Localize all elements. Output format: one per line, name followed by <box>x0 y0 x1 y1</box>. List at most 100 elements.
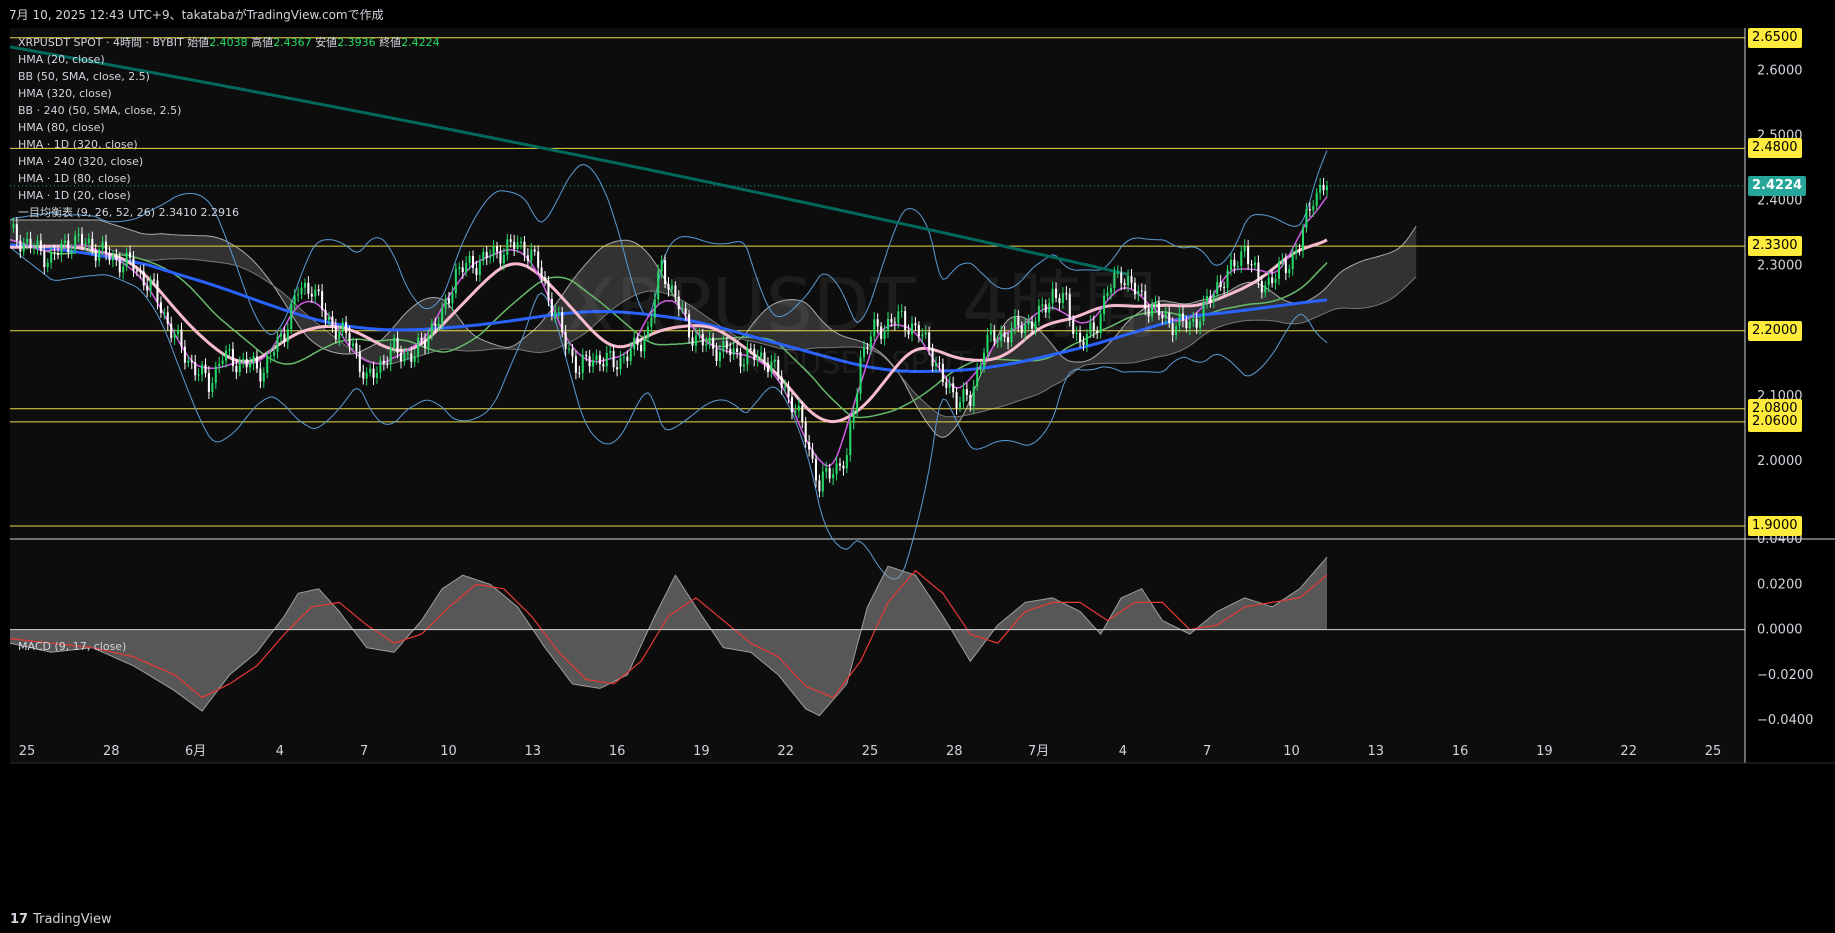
candle-body <box>667 284 670 290</box>
candle-body <box>808 441 811 450</box>
candle-body <box>348 332 351 346</box>
candle-body <box>797 405 800 411</box>
legend-low-label: 安値 <box>315 36 338 49</box>
macd-legend[interactable]: MACD (9, 17, close) <box>18 640 126 653</box>
candle-body <box>732 348 735 355</box>
candle-body <box>63 240 66 244</box>
candle-body <box>598 355 601 365</box>
candle-body <box>441 308 444 324</box>
candle-body <box>146 285 149 291</box>
candle-body <box>1188 321 1191 329</box>
candle-body <box>163 312 166 314</box>
candle-body <box>592 360 595 367</box>
legend-indicator[interactable]: HMA · 1D (80, close) <box>18 170 440 187</box>
chart-legend: XRPUSDT SPOT · 4時間 · BYBIT 始値2.4038 高値2.… <box>18 34 440 221</box>
candle-body <box>15 224 18 241</box>
candle-body <box>118 259 121 273</box>
candle-body <box>983 352 986 367</box>
candle-body <box>1133 282 1136 295</box>
candle-body <box>324 309 327 321</box>
candle-body <box>633 337 636 350</box>
candle-body <box>1298 250 1301 252</box>
candle-body <box>489 256 492 258</box>
legend-indicator[interactable]: HMA · 1D (20, close) <box>18 187 440 204</box>
candle-body <box>218 363 221 367</box>
candle-body <box>447 298 451 304</box>
candle-body <box>204 364 207 374</box>
candle-body <box>156 280 159 303</box>
candle-body <box>705 343 708 346</box>
legend-indicator[interactable]: HMA (20, close) <box>18 51 440 68</box>
candle-body <box>616 367 619 370</box>
candle-body <box>84 243 87 245</box>
candle-body <box>77 234 80 236</box>
time-axis-tick: 10 <box>440 744 457 759</box>
candle-body <box>135 270 138 272</box>
macd-axis-tick: −0.0400 <box>1757 713 1813 728</box>
candle-body <box>478 261 481 275</box>
candle-body <box>273 351 276 356</box>
candle-body <box>1051 288 1054 304</box>
legend-indicator[interactable]: HMA (80, close) <box>18 119 440 136</box>
legend-ichimoku-row[interactable]: 一目均衡表 (9, 26, 52, 26) 2.3410 2.2916 <box>18 204 440 221</box>
candle-body <box>1120 272 1123 284</box>
candle-body <box>427 335 430 348</box>
candle-body <box>519 241 523 243</box>
chart-pane[interactable]: 2.6000 2.5000 2.4000 2.3000 2.1000 2.0000 0.04… <box>0 27 1835 908</box>
candle-body <box>509 239 512 242</box>
candle-body <box>1216 281 1219 295</box>
candle-body <box>828 467 831 479</box>
candle-body <box>986 334 989 353</box>
candle-body <box>578 372 581 374</box>
candle-body <box>595 355 598 361</box>
candle-body <box>444 298 447 309</box>
candle-body <box>708 337 711 344</box>
candle-body <box>461 267 464 273</box>
legend-indicator[interactable]: BB · 240 (50, SMA, close, 2.5) <box>18 102 440 119</box>
candle-body <box>166 312 169 324</box>
legend-symbol-row[interactable]: XRPUSDT SPOT · 4時間 · BYBIT 始値2.4038 高値2.… <box>18 34 440 51</box>
time-axis-tick: 22 <box>1620 744 1637 759</box>
legend-symbol[interactable]: XRPUSDT SPOT · 4時間 · BYBIT <box>18 36 184 49</box>
candle-body <box>39 240 42 251</box>
candle-body <box>19 240 22 252</box>
candle-body <box>1065 293 1068 295</box>
time-axis-tick: 7月 <box>1028 744 1049 759</box>
candle-body <box>1185 320 1188 329</box>
candle-body <box>255 356 258 369</box>
candle-body <box>307 282 310 294</box>
candle-body <box>513 241 516 249</box>
candle-body <box>838 463 842 466</box>
candle-body <box>787 386 790 398</box>
candle-body <box>1058 297 1061 304</box>
legend-indicator[interactable]: BB (50, SMA, close, 2.5) <box>18 68 440 85</box>
snapshot-title: 7月 10, 2025 12:43 UTC+9、takatabaがTrading… <box>9 8 384 22</box>
candle-body <box>1151 305 1154 317</box>
legend-indicator[interactable]: HMA · 1D (320, close) <box>18 136 440 153</box>
candle-body <box>482 251 485 262</box>
tradingview-brand: TradingView <box>33 912 112 927</box>
time-axis-tick: 22 <box>777 744 794 759</box>
candle-body <box>742 364 745 367</box>
legend-indicator[interactable]: HMA (320, close) <box>18 85 440 102</box>
candle-body <box>355 343 358 352</box>
candle-body <box>886 318 890 332</box>
candle-body <box>835 463 838 475</box>
candle-body <box>101 241 104 250</box>
candle-body <box>183 346 186 363</box>
candle-body <box>420 337 423 341</box>
time-axis-tick: 25 <box>862 744 879 759</box>
tradingview-logo[interactable]: 17 TradingView <box>10 912 112 927</box>
time-axis-tick: 10 <box>1283 744 1300 759</box>
legend-ichimoku[interactable]: 一目均衡表 (9, 26, 52, 26) <box>18 206 155 219</box>
candle-body <box>1157 302 1160 316</box>
candle-body <box>1233 259 1236 267</box>
legend-indicator[interactable]: HMA · 240 (320, close) <box>18 153 440 170</box>
candle-body <box>842 465 845 469</box>
candle-body <box>345 322 348 333</box>
candle-body <box>917 325 920 337</box>
time-axis-tick: 28 <box>103 744 120 759</box>
candle-body <box>958 402 962 408</box>
candle-body <box>1031 321 1034 329</box>
candle-body <box>1010 328 1013 343</box>
